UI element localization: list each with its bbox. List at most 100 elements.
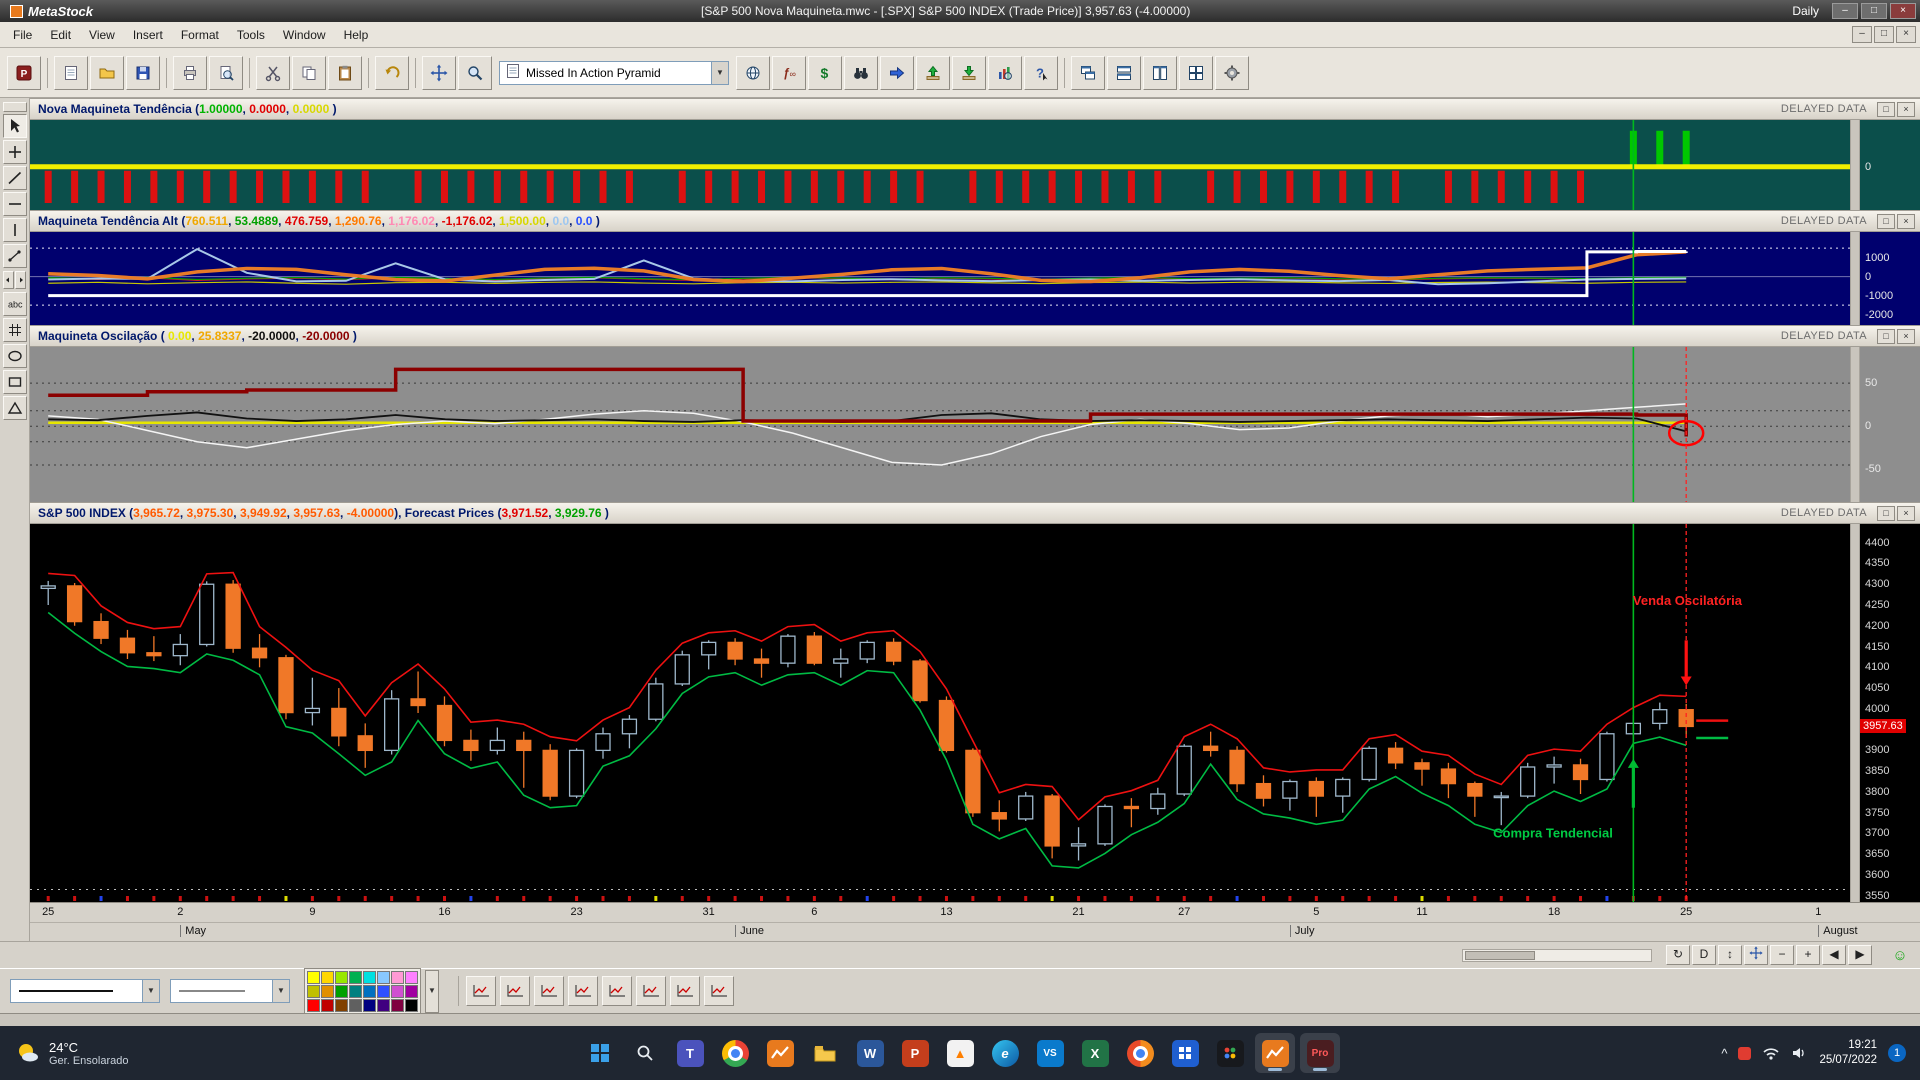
- expand-y-button[interactable]: [636, 976, 666, 1006]
- powerpoint-icon[interactable]: P: [895, 1033, 935, 1073]
- palette-color-3[interactable]: [349, 970, 362, 984]
- context-help-button[interactable]: ?: [1024, 55, 1058, 90]
- periodicity-daily-button[interactable]: D: [1692, 945, 1716, 965]
- palette-color-16[interactable]: [307, 998, 320, 1012]
- palette-color-17[interactable]: [321, 998, 334, 1012]
- menu-file[interactable]: File: [4, 24, 41, 46]
- tray-app-icon[interactable]: [1738, 1046, 1752, 1060]
- expand-x-button[interactable]: [568, 976, 598, 1006]
- go-button[interactable]: [880, 55, 914, 90]
- cascade-windows-button[interactable]: [1071, 55, 1105, 90]
- horizontal-line-tool[interactable]: [2, 192, 27, 216]
- grid-app-icon[interactable]: [1165, 1033, 1205, 1073]
- explorer-button[interactable]: [844, 55, 878, 90]
- auto-scale-button[interactable]: [704, 976, 734, 1006]
- chart-nova-maquineta-tendencia[interactable]: [30, 120, 1850, 210]
- ellipse-tool[interactable]: [2, 344, 27, 368]
- security-lookup-button[interactable]: [736, 55, 770, 90]
- trendline-tool[interactable]: [2, 166, 27, 190]
- template-dropdown[interactable]: Missed In Action Pyramid ▼: [499, 60, 729, 85]
- clock[interactable]: 19:21 25/07/2022: [1819, 1038, 1877, 1068]
- palette-color-13[interactable]: [377, 984, 390, 998]
- vertical-line-tool[interactable]: [2, 218, 27, 242]
- previous-button[interactable]: ◀: [1822, 945, 1846, 965]
- palette-color-4[interactable]: [363, 970, 376, 984]
- menu-tools[interactable]: Tools: [228, 24, 274, 46]
- panel-splitter[interactable]: [1850, 120, 1860, 210]
- chrome-icon[interactable]: [715, 1033, 755, 1073]
- metastock-chart-icon[interactable]: [1255, 1033, 1295, 1073]
- close-button[interactable]: ×: [1890, 3, 1916, 19]
- palette-color-8[interactable]: [307, 984, 320, 998]
- line-style-dropdown[interactable]: ▼: [10, 979, 160, 1003]
- palette-color-6[interactable]: [391, 970, 404, 984]
- open-button[interactable]: [90, 55, 124, 90]
- word-icon[interactable]: W: [850, 1033, 890, 1073]
- tile-horizontal-button[interactable]: [1107, 55, 1141, 90]
- palette-color-10[interactable]: [335, 984, 348, 998]
- palette-color-9[interactable]: [321, 984, 334, 998]
- palette-color-7[interactable]: [405, 970, 418, 984]
- palette-color-11[interactable]: [349, 984, 362, 998]
- cut-button[interactable]: [256, 55, 290, 90]
- chart-sp500-price[interactable]: Venda Oscilatória Compra Tendencial: [30, 524, 1850, 902]
- wifi-icon[interactable]: [1762, 1046, 1780, 1060]
- workspace-options-button[interactable]: [1215, 55, 1249, 90]
- tile-vertical-button[interactable]: [1143, 55, 1177, 90]
- edge-icon[interactable]: e: [985, 1033, 1025, 1073]
- reset-scale-button[interactable]: [670, 976, 700, 1006]
- text-tool[interactable]: abc: [2, 292, 27, 316]
- next-button[interactable]: ▶: [1848, 945, 1872, 965]
- vscode-icon[interactable]: VS: [1030, 1033, 1070, 1073]
- palette-color-22[interactable]: [391, 998, 404, 1012]
- palette-color-2[interactable]: [335, 970, 348, 984]
- scrollbar-thumb[interactable]: [1465, 950, 1535, 960]
- grid-tool[interactable]: [2, 318, 27, 342]
- compress-x-button[interactable]: [534, 976, 564, 1006]
- pointer-tool[interactable]: [2, 114, 27, 138]
- palette-dropdown-icon[interactable]: ▼: [425, 969, 439, 1013]
- vertical-scale-button[interactable]: ↕: [1718, 945, 1742, 965]
- dots-app-icon[interactable]: [1210, 1033, 1250, 1073]
- chart-maquineta-tendencia-alt[interactable]: [30, 232, 1850, 325]
- palette-color-0[interactable]: [307, 970, 320, 984]
- scroll-right-tool[interactable]: [15, 271, 26, 289]
- panel-restore-button[interactable]: □: [1877, 101, 1895, 117]
- triangle-tool[interactable]: [2, 396, 27, 420]
- minimize-button[interactable]: –: [1832, 3, 1858, 19]
- system-tester-button[interactable]: $: [808, 55, 842, 90]
- power-console-button[interactable]: P: [7, 55, 41, 90]
- refresh-button[interactable]: ↻: [1666, 945, 1690, 965]
- crosshair-tool[interactable]: [2, 140, 27, 164]
- print-preview-button[interactable]: [209, 55, 243, 90]
- palette-color-21[interactable]: [377, 998, 390, 1012]
- menu-help[interactable]: Help: [335, 24, 378, 46]
- explorer-icon[interactable]: [805, 1033, 845, 1073]
- menu-insert[interactable]: Insert: [124, 24, 172, 46]
- chart-wizard-button[interactable]: [988, 55, 1022, 90]
- metastock-pro-icon[interactable]: Pro: [1300, 1033, 1340, 1073]
- toolbox-handle[interactable]: [2, 102, 27, 112]
- panel-restore-button[interactable]: □: [1877, 505, 1895, 521]
- chart-maquineta-oscilacao[interactable]: [30, 347, 1850, 502]
- zoom-button[interactable]: [458, 55, 492, 90]
- search-button[interactable]: [625, 1033, 665, 1073]
- excel-icon[interactable]: X: [1075, 1033, 1115, 1073]
- panel-splitter[interactable]: [1850, 347, 1860, 502]
- child-minimize-button[interactable]: –: [1852, 26, 1872, 43]
- palette-color-19[interactable]: [349, 998, 362, 1012]
- child-close-button[interactable]: ×: [1896, 26, 1916, 43]
- panel-restore-button[interactable]: □: [1877, 328, 1895, 344]
- weather-widget[interactable]: 24°C Ger. Ensolarado: [0, 1040, 143, 1067]
- new-chart-button[interactable]: [54, 55, 88, 90]
- compress-y-button[interactable]: [602, 976, 632, 1006]
- browser-icon[interactable]: [1120, 1033, 1160, 1073]
- hidden-icons-chevron[interactable]: ^: [1721, 1046, 1727, 1061]
- palette-color-15[interactable]: [405, 984, 418, 998]
- horizontal-scrollbar[interactable]: [1462, 948, 1652, 962]
- scroll-left-tool[interactable]: [3, 271, 14, 289]
- save-button[interactable]: [126, 55, 160, 90]
- tile-grid-button[interactable]: [1179, 55, 1213, 90]
- volume-icon[interactable]: [1791, 1046, 1808, 1060]
- rectangle-tool[interactable]: [2, 370, 27, 394]
